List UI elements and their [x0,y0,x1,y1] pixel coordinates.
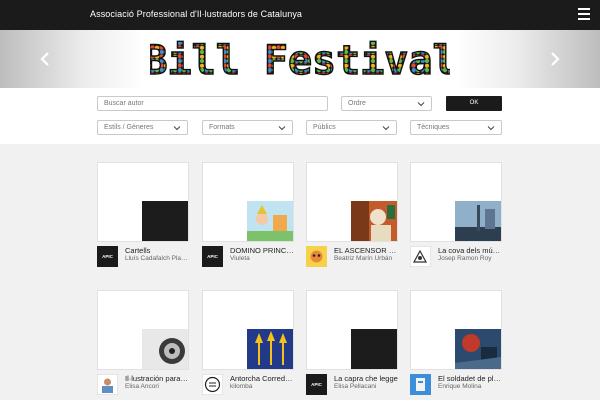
card-thumbnail [351,329,397,369]
chevron-down-icon [417,102,425,107]
avatar [202,374,223,395]
card-image-link[interactable] [202,162,294,242]
card-title[interactable]: Il·lustración para pr... [125,374,189,383]
prev-slide-button[interactable] [36,50,54,68]
author-search-input[interactable]: Buscar autor [97,96,328,111]
portfolio-card: APIC La capra che legge Elisa Pellacani [306,290,398,398]
portfolio-card: La cova dels músics Josep Ramon Roy [410,162,502,270]
formats-label: Formats [209,124,235,131]
card-title[interactable]: Antorcha Corredora [230,374,294,383]
card-author: Josep Ramon Roy [438,255,492,262]
card-title[interactable]: Cartells [125,246,189,255]
chevron-down-icon [487,126,495,131]
chevron-left-icon [40,52,49,66]
card-title[interactable]: La capra che legge [334,374,398,383]
card-author: kilomba [230,383,253,390]
festival-banner: Bill Festival [0,30,600,88]
card-thumbnail [455,329,501,369]
card-author: Enrique Molina [438,383,482,390]
card-image-link[interactable] [202,290,294,370]
formats-select[interactable]: Formats [202,120,293,135]
chevron-down-icon [278,126,286,131]
order-select[interactable]: Ordre [341,96,432,111]
order-label: Ordre [348,100,366,107]
avatar: APIC [306,374,327,395]
top-bar: Associació Professional d'Il·lustradors … [0,0,600,30]
portfolio-card: EL ASCENSOR D... Beatriz Marín Urbán [306,162,398,270]
card-title[interactable]: La cova dels músics [438,246,502,255]
site-title[interactable]: Associació Professional d'Il·lustradors … [90,9,302,19]
card-image-link[interactable] [97,162,189,242]
card-thumbnail [455,201,501,241]
hamburger-menu-icon[interactable] [578,8,590,21]
card-title[interactable]: El soldadet de plom [438,374,502,383]
portfolio-card: APIC DOMINO PRINCE... Viuleta [202,162,294,270]
card-author: Viuleta [230,255,250,262]
card-image-link[interactable] [306,162,398,242]
card-image-link[interactable] [306,290,398,370]
publics-label: Públics [313,124,336,131]
card-thumbnail [142,201,188,241]
portfolio-card: El soldadet de plom Enrique Molina [410,290,502,398]
card-image-link[interactable] [97,290,189,370]
card-thumbnail [247,201,293,241]
publics-select[interactable]: Públics [306,120,397,135]
avatar: APIC [97,246,118,267]
avatar [97,374,118,395]
search-placeholder: Buscar autor [104,100,144,107]
filter-panel: Buscar autor Ordre OK Estils / Gèneres F… [0,88,600,144]
avatar: APIC [202,246,223,267]
chevron-right-icon [551,52,560,66]
card-thumbnail [351,201,397,241]
portfolio-card: APIC Cartells Lluís Cadafalch Plad... [97,162,189,270]
card-author: Elisa Pellacani [334,383,377,390]
card-author: Lluís Cadafalch Plad... [125,255,189,262]
card-title[interactable]: EL ASCENSOR D... [334,246,398,255]
styles-genres-select[interactable]: Estils / Gèneres [97,120,188,135]
card-title[interactable]: DOMINO PRINCE... [230,246,294,255]
portfolio-card: Antorcha Corredora kilomba [202,290,294,398]
bill-festival-logo: Bill Festival [150,37,450,82]
techniques-select[interactable]: Tècniques [410,120,502,135]
avatar [410,374,431,395]
avatar [306,246,327,267]
styles-label: Estils / Gèneres [104,124,154,131]
banner-title: Bill Festival [150,38,450,82]
card-image-link[interactable] [410,290,502,370]
portfolio-card: Il·lustración para pr... Elisa Ancori [97,290,189,398]
card-thumbnail [247,329,293,369]
techniques-label: Tècniques [417,124,450,131]
ok-button[interactable]: OK [446,96,502,111]
card-thumbnail [142,329,188,369]
chevron-down-icon [173,126,181,131]
card-author: Beatriz Marín Urbán [334,255,393,262]
next-slide-button[interactable] [546,50,564,68]
chevron-down-icon [382,126,390,131]
card-author: Elisa Ancori [125,383,159,390]
card-image-link[interactable] [410,162,502,242]
avatar [410,246,431,267]
